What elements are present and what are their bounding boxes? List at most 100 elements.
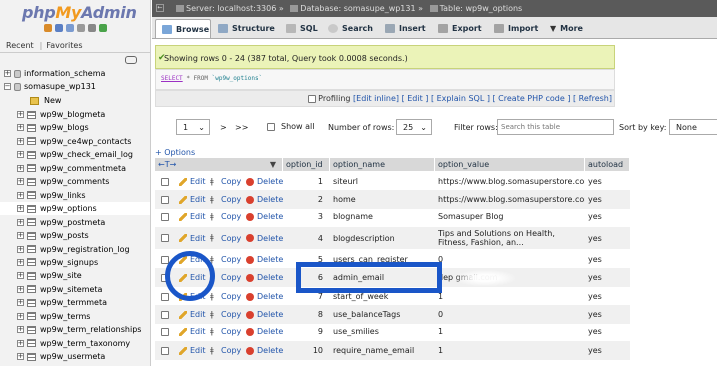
header-option-value[interactable]: option_value bbox=[435, 158, 585, 171]
sidebar-database[interactable]: − somasupe_wp131 bbox=[0, 80, 150, 93]
create-php-link[interactable]: [ Create PHP code ] bbox=[493, 94, 571, 103]
delete-button[interactable]: Delete bbox=[246, 268, 283, 287]
cell-option-value[interactable]: Somasuper Blog bbox=[438, 207, 585, 226]
cell-option-id[interactable]: 4 bbox=[283, 227, 323, 249]
tab-structure[interactable]: Structure bbox=[212, 19, 278, 37]
sidebar-table-item[interactable]: + wp9w_blogmeta bbox=[0, 108, 150, 121]
sidebar-table-item[interactable]: + wp9w_signups bbox=[0, 256, 150, 269]
sidebar-table-item[interactable]: + wp9w_sitemeta bbox=[0, 283, 150, 296]
cell-autoload[interactable]: yes bbox=[588, 287, 628, 306]
tab-import[interactable]: Import bbox=[488, 19, 544, 37]
edit-query-link[interactable]: [ Edit ] bbox=[402, 94, 429, 103]
cell-autoload[interactable]: yes bbox=[588, 268, 628, 287]
expand-icon[interactable]: + bbox=[17, 137, 24, 145]
cell-autoload[interactable]: yes bbox=[588, 227, 628, 249]
sidebar-table-item[interactable]: + wp9w_ce4wp_contacts bbox=[0, 135, 150, 148]
cell-option-id[interactable]: 9 bbox=[283, 322, 323, 341]
tab-sql[interactable]: SQL bbox=[280, 19, 325, 37]
profiling-checkbox[interactable] bbox=[307, 94, 316, 103]
expand-icon[interactable]: + bbox=[17, 164, 24, 172]
refresh-link[interactable]: [ Refresh] bbox=[573, 94, 612, 103]
cell-option-id[interactable]: 10 bbox=[283, 341, 323, 360]
copy-button[interactable]: ǂ Copy bbox=[210, 287, 241, 306]
row-checkbox[interactable] bbox=[161, 195, 169, 204]
logout-icon[interactable] bbox=[55, 24, 63, 32]
tab-search[interactable]: Search bbox=[322, 19, 378, 37]
expand-icon[interactable]: + bbox=[17, 191, 24, 199]
expand-icon[interactable]: + bbox=[17, 151, 24, 159]
edit-button[interactable]: Edit bbox=[179, 322, 206, 341]
cell-autoload[interactable]: yes bbox=[588, 322, 628, 341]
cell-option-name[interactable]: siteurl bbox=[333, 172, 433, 191]
tab-insert[interactable]: Insert bbox=[379, 19, 431, 37]
reload-icon[interactable] bbox=[99, 24, 107, 32]
sidebar-table-item[interactable]: + wp9w_links bbox=[0, 189, 150, 202]
sidebar-table-item[interactable]: + wp9w_term_relationships bbox=[0, 323, 150, 336]
expand-icon[interactable]: + bbox=[17, 353, 24, 361]
sidebar-table-item[interactable]: + wp9w_blogs bbox=[0, 121, 150, 134]
expand-icon[interactable]: + bbox=[17, 111, 24, 118]
copy-button[interactable]: ǂ Copy bbox=[210, 322, 241, 341]
edit-button[interactable]: Edit bbox=[179, 227, 206, 249]
recent-tab[interactable]: Recent bbox=[6, 41, 34, 50]
copy-button[interactable]: ǂ Copy bbox=[210, 250, 241, 269]
next-page-button[interactable]: > bbox=[220, 123, 227, 132]
expand-icon[interactable]: + bbox=[17, 339, 24, 347]
expand-icon[interactable]: + bbox=[17, 124, 24, 132]
sidebar-table-item[interactable]: + wp9w_term_taxonomy bbox=[0, 337, 150, 350]
edit-button[interactable]: Edit bbox=[179, 172, 206, 191]
delete-button[interactable]: Delete bbox=[246, 227, 283, 249]
row-checkbox[interactable] bbox=[161, 234, 169, 242]
expand-icon[interactable]: + bbox=[17, 218, 24, 226]
rows-per-page-select[interactable]: 25 ⌄ bbox=[396, 119, 432, 135]
breadcrumb-database[interactable]: Database: somasupe_wp131 bbox=[300, 4, 415, 13]
cell-option-name[interactable]: blogname bbox=[333, 207, 433, 226]
copy-button[interactable]: ǂ Copy bbox=[210, 227, 241, 249]
row-checkbox[interactable] bbox=[161, 292, 169, 301]
delete-button[interactable]: Delete bbox=[246, 172, 283, 191]
docs-icon[interactable] bbox=[77, 24, 85, 32]
row-checkbox[interactable] bbox=[161, 212, 169, 221]
sidebar-table-item[interactable]: + wp9w_check_email_log bbox=[0, 148, 150, 161]
show-all-checkbox[interactable] bbox=[267, 123, 275, 131]
expand-icon[interactable]: + bbox=[17, 258, 24, 266]
sidebar-database[interactable]: + information_schema bbox=[0, 67, 150, 80]
edit-inline-link[interactable]: [Edit inline] bbox=[353, 94, 399, 103]
tab-more[interactable]: ▼ More bbox=[544, 19, 584, 37]
expand-icon[interactable]: + bbox=[17, 245, 24, 253]
copy-button[interactable]: ǂ Copy bbox=[210, 207, 241, 226]
options-link[interactable]: + Options bbox=[155, 148, 195, 157]
cell-option-value[interactable]: Tips and Solutions on Health, Fitness, F… bbox=[438, 227, 585, 249]
breadcrumb-table[interactable]: Table: wp9w_options bbox=[440, 4, 523, 13]
sidebar-table-item[interactable]: + wp9w_terms bbox=[0, 310, 150, 323]
cell-option-name[interactable]: require_name_email bbox=[333, 341, 433, 360]
cell-option-value[interactable]: 1 bbox=[438, 287, 585, 306]
row-checkbox[interactable] bbox=[161, 327, 169, 336]
copy-button[interactable]: ǂ Copy bbox=[210, 172, 241, 191]
expand-icon[interactable]: + bbox=[17, 285, 24, 293]
sidebar-table-item[interactable]: + wp9w_postmeta bbox=[0, 216, 150, 229]
help-icon[interactable] bbox=[66, 24, 74, 32]
sidebar-table-item[interactable]: + wp9w_commentmeta bbox=[0, 162, 150, 175]
sidebar-table-item[interactable]: + wp9w_site bbox=[0, 269, 150, 282]
delete-button[interactable]: Delete bbox=[246, 287, 283, 306]
expand-icon[interactable]: + bbox=[17, 232, 24, 240]
sidebar-table-item[interactable]: + wp9w_posts bbox=[0, 229, 150, 242]
sidebar-table-item[interactable]: + wp9w_usermeta bbox=[0, 350, 150, 363]
edit-button[interactable]: Edit bbox=[179, 341, 206, 360]
cell-option-id[interactable]: 1 bbox=[283, 172, 323, 191]
cell-autoload[interactable]: yes bbox=[588, 341, 628, 360]
phpmyadmin-logo[interactable]: phpMyAdmin bbox=[22, 3, 137, 22]
expand-icon[interactable]: + bbox=[17, 272, 24, 280]
link-with-main-icon[interactable] bbox=[125, 56, 137, 64]
expand-icon[interactable]: + bbox=[17, 312, 24, 320]
delete-button[interactable]: Delete bbox=[246, 341, 283, 360]
cell-autoload[interactable]: yes bbox=[588, 172, 628, 191]
cell-autoload[interactable]: yes bbox=[588, 207, 628, 226]
cell-option-value[interactable]: 0 bbox=[438, 250, 585, 269]
expand-icon[interactable]: + bbox=[17, 205, 24, 213]
cell-option-id[interactable]: 3 bbox=[283, 207, 323, 226]
sidebar-table-item[interactable]: + wp9w_registration_log bbox=[0, 243, 150, 256]
cell-option-value[interactable]: 1 bbox=[438, 322, 585, 341]
header-option-name[interactable]: option_name bbox=[330, 158, 435, 171]
